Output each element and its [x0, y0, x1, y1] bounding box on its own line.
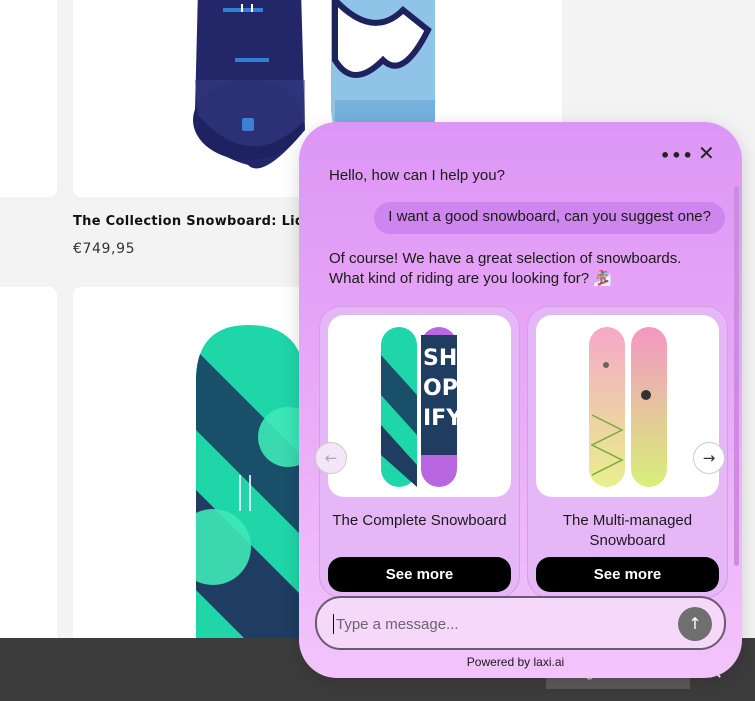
send-button[interactable]: ↑ — [678, 607, 712, 641]
bot-message: Of course! We have a great selection of … — [329, 250, 682, 287]
chat-widget: ••• ✕ Hello, how can I help you? I want … — [299, 122, 742, 678]
bot-message: Hello, how can I help you? — [329, 167, 505, 184]
svg-text:IFY: IFY — [423, 406, 463, 431]
arrow-right-icon[interactable]: → — [693, 442, 725, 474]
message-input-wrapper: ↑ — [315, 596, 726, 650]
arrow-left-icon[interactable]: ← — [315, 442, 347, 474]
see-more-button[interactable]: See more — [536, 557, 719, 592]
close-icon[interactable]: ✕ — [698, 141, 715, 165]
product-price: €749,95 — [73, 241, 136, 257]
product-card-left-top[interactable] — [0, 0, 57, 197]
svg-text:OP: OP — [423, 376, 458, 401]
message-input[interactable] — [333, 614, 663, 634]
carousel-product-name: The Multi-managed Snowboard — [562, 512, 693, 549]
svg-text:SH: SH — [423, 346, 457, 371]
storefront-page: The Collection Snowboard: Liquid €749,95… — [0, 0, 755, 701]
powered-by-label: Powered by laxi.ai — [466, 655, 565, 669]
product-image: SH OP IFY — [328, 315, 511, 497]
see-more-button[interactable]: See more — [328, 557, 511, 592]
more-horizontal-icon[interactable]: ••• — [660, 146, 694, 165]
carousel-product-name: The Complete Snowboard — [332, 512, 507, 529]
product-title[interactable]: The Collection Snowboard: Liquid — [73, 214, 328, 229]
product-image — [536, 315, 719, 497]
product-carousel: SH OP IFY The Complete Snowboard See mor… — [319, 306, 739, 598]
user-message: I want a good snowboard, can you suggest… — [374, 202, 725, 234]
arrow-up-icon: ↑ — [688, 614, 702, 633]
carousel-card[interactable]: SH OP IFY The Complete Snowboard See mor… — [319, 306, 520, 598]
